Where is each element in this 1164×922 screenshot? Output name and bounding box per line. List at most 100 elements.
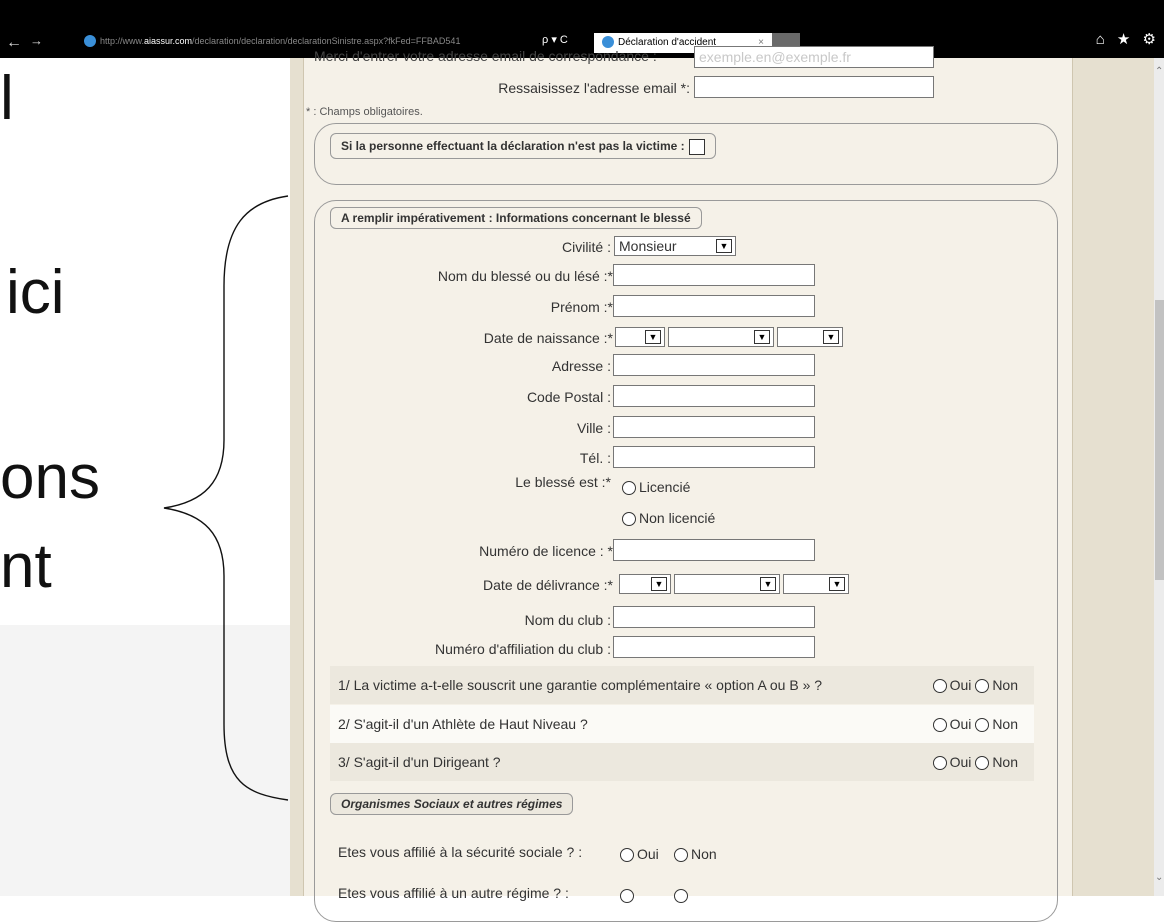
non-radio[interactable] [975, 756, 990, 771]
social-legend: Organismes Sociaux et autres régimes [330, 793, 574, 815]
url-prefix: http://www. [100, 36, 145, 46]
chevron-down-icon: ▼ [645, 330, 661, 344]
licencie-label: Licencié [639, 479, 691, 495]
club-field[interactable] [613, 606, 815, 628]
civilite-value: Monsieur [619, 238, 677, 254]
non-licencie-label: Non licencié [639, 510, 716, 526]
question-text: 2/ S'agit-il d'un Athlète de Haut Niveau… [338, 716, 588, 732]
licence-field[interactable] [613, 539, 815, 561]
declarant-legend: Si la personne effectuant la déclaration… [330, 133, 716, 159]
ie-icon [602, 36, 614, 49]
declarant-checkbox[interactable] [688, 138, 705, 155]
secu-non-option[interactable]: Non [674, 846, 717, 863]
email-confirm-label: Ressaisissez l'adresse email *: [498, 80, 690, 96]
chevron-down-icon: ▼ [829, 577, 845, 591]
scrollbar-thumb[interactable] [1155, 300, 1164, 580]
chevron-down-icon: ▼ [823, 330, 839, 344]
curly-brace-annotation [163, 195, 289, 801]
declarant-legend-text: Si la personne effectuant la déclaration… [341, 139, 685, 153]
non-licencie-radio[interactable] [622, 512, 636, 527]
home-star-gear-icons[interactable]: ⌂ ★ ⚙ [1096, 30, 1160, 48]
url-domain: aiassur.com [144, 36, 193, 46]
non-licencie-option[interactable]: Non licencié [622, 510, 716, 527]
email-field[interactable]: exemple.en@exemple.fr [694, 46, 934, 68]
civilite-label: Civilité : [561, 239, 611, 255]
delivrance-year-select[interactable]: ▼ [783, 574, 849, 594]
slide-text-fragment: ici [6, 258, 65, 327]
adresse-label: Adresse : [551, 358, 611, 374]
oui-radio[interactable] [620, 848, 634, 863]
tel-field[interactable] [613, 446, 815, 468]
licencie-radio[interactable] [622, 481, 636, 496]
tel-label: Tél. : [579, 450, 611, 466]
non-radio[interactable] [975, 679, 990, 694]
scroll-up-icon[interactable]: ⌃ [1155, 66, 1163, 77]
non-radio[interactable] [674, 889, 688, 904]
non-label: Non [992, 677, 1018, 693]
affiliation-field[interactable] [613, 636, 815, 658]
email-confirm-field[interactable] [694, 76, 934, 98]
question-options: Oui Non [932, 677, 1018, 694]
oui-radio[interactable] [932, 679, 947, 694]
licence-label: Numéro de licence : * [479, 543, 613, 559]
chevron-down-icon: ▼ [754, 330, 770, 344]
question-row: 2/ S'agit-il d'un Athlète de Haut Niveau… [330, 705, 1034, 743]
affiliation-label: Numéro d'affiliation du club : [435, 641, 611, 657]
secu-label: Etes vous affilié à la sécurité sociale … [338, 844, 583, 860]
licencie-option[interactable]: Licencié [622, 479, 691, 496]
naissance-label: Date de naissance :* [483, 330, 613, 346]
required-note: * : Champs obligatoires. [306, 106, 423, 118]
question-text: 1/ La victime a-t-elle souscrit une gara… [338, 677, 823, 693]
scroll-down-icon[interactable]: ⌄ [1155, 872, 1163, 883]
oui-radio[interactable] [932, 756, 947, 771]
secu-oui-option[interactable]: Oui [620, 846, 659, 863]
cp-field[interactable] [613, 385, 815, 407]
chevron-down-icon: ▼ [716, 239, 732, 253]
search-refresh-icons[interactable]: ρ ▾ C [542, 33, 568, 46]
question-options: Oui Non [932, 754, 1018, 771]
non-label: Non [691, 846, 717, 862]
civilite-select[interactable]: Monsieur ▼ [614, 236, 736, 256]
question-text: 3/ S'agit-il d'un Dirigeant ? [338, 754, 501, 770]
chevron-down-icon: ▼ [651, 577, 667, 591]
delivrance-label: Date de délivrance :* [483, 577, 613, 593]
slide-text-fragment: l [0, 64, 14, 133]
oui-label: Oui [637, 846, 659, 862]
autre-label: Etes vous affilié à un autre régime ? : [338, 885, 569, 901]
cp-label: Code Postal : [526, 389, 611, 405]
question-row: 3/ S'agit-il d'un Dirigeant ? Oui Non [330, 743, 1034, 781]
oui-label: Oui [949, 716, 972, 732]
naissance-month-select[interactable]: ▼ [668, 327, 774, 347]
slide-text-fragment: ons [0, 443, 100, 512]
oui-radio[interactable] [620, 889, 634, 904]
question-row: 1/ La victime a-t-elle souscrit une gara… [330, 666, 1034, 704]
adresse-field[interactable] [613, 354, 815, 376]
question-options: Oui Non [932, 716, 1018, 733]
address-bar[interactable]: http://www.aiassur.com/declaration/decla… [100, 34, 560, 48]
prenom-field[interactable] [613, 295, 815, 317]
delivrance-month-select[interactable]: ▼ [674, 574, 780, 594]
autre-non-option[interactable] [674, 887, 691, 904]
ie-icon [84, 35, 96, 47]
slide-text-fragment: nt [0, 532, 52, 601]
url-path: /declaration/declaration/declarationSini… [192, 36, 461, 46]
statut-label: Le blessé est :* [515, 474, 611, 490]
prenom-label: Prénom :* [550, 299, 613, 315]
delivrance-day-select[interactable]: ▼ [619, 574, 671, 594]
forward-icon[interactable]: → [30, 33, 43, 48]
chevron-down-icon: ▼ [760, 577, 776, 591]
non-radio[interactable] [674, 848, 688, 863]
back-icon[interactable]: ← [6, 34, 22, 52]
ville-label: Ville : [577, 420, 611, 436]
ville-field[interactable] [613, 416, 815, 438]
non-radio[interactable] [975, 718, 990, 733]
autre-oui-option[interactable] [620, 887, 637, 904]
oui-radio[interactable] [932, 718, 947, 733]
email-label-cut: Merci d'entrer votre adresse email de co… [314, 48, 657, 64]
naissance-year-select[interactable]: ▼ [777, 327, 843, 347]
club-label: Nom du club : [524, 612, 611, 628]
injured-legend: A remplir impérativement : Informations … [330, 207, 702, 229]
nom-field[interactable] [613, 264, 815, 286]
non-label: Non [992, 716, 1018, 732]
naissance-day-select[interactable]: ▼ [615, 327, 665, 347]
